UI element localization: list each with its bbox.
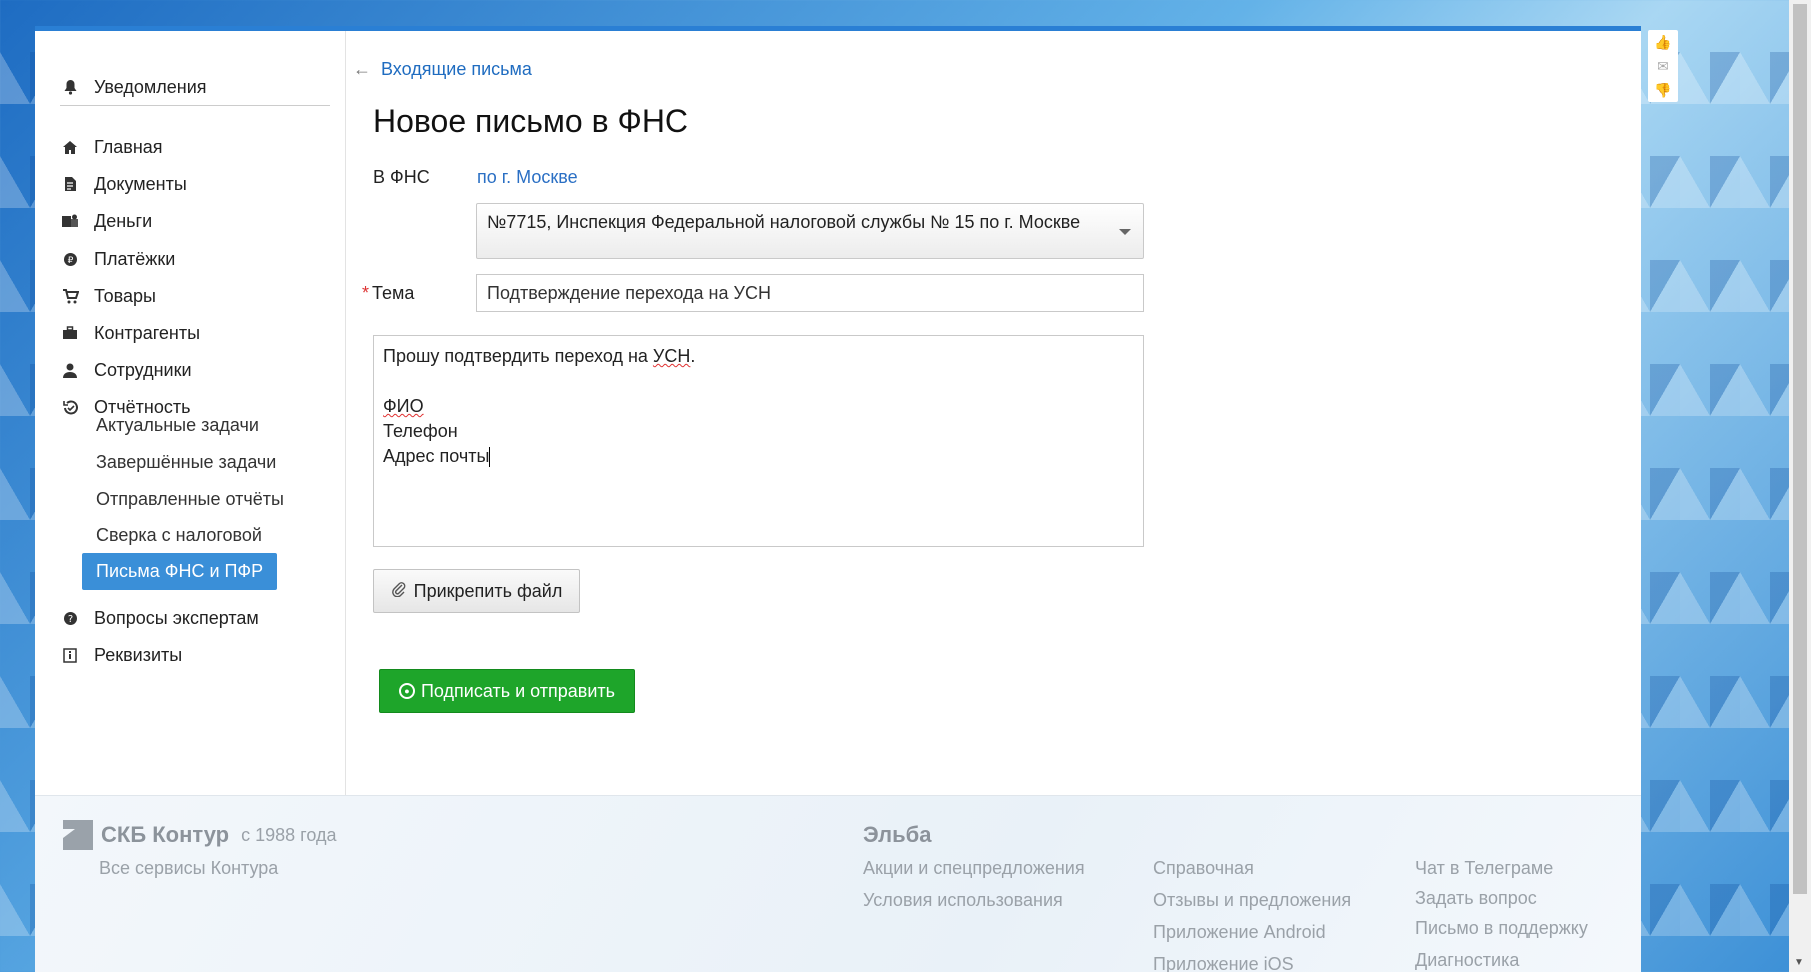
sidebar-item-goods[interactable]: Товары [60,278,156,314]
subject-label: * Тема [362,283,415,303]
sign-and-send-button[interactable]: ● Подписать и отправить [379,669,635,713]
footer-link-support-letter[interactable]: Письмо в поддержку [1415,918,1588,939]
message-body-textarea[interactable]: Прошу подтвердить переход на УСН. ФИО Те… [373,335,1144,547]
home-icon [60,137,80,157]
subject-input[interactable]: Подтверждение перехода на УСН [476,274,1144,312]
footer-link-feedback[interactable]: Отзывы и предложения [1153,890,1351,911]
bell-icon [60,77,80,97]
feedback-widget: 👍 ✉ 👎 [1648,30,1678,102]
attach-file-button[interactable]: Прикрепить файл [373,569,580,613]
required-marker: * [362,283,370,303]
sidebar-item-label: Деньги [94,210,153,231]
sidebar-subitem-tax-reconciliation[interactable]: Сверка с налоговой [96,525,262,546]
sidebar-item-documents[interactable]: Документы [60,166,187,202]
back-link-label: Входящие письма [381,59,532,79]
recipient-label: В ФНС [373,167,430,187]
footer-link-android-app[interactable]: Приложение Android [1153,922,1326,943]
footer-link-help[interactable]: Справочная [1153,858,1254,879]
sidebar-item-payments[interactable]: ₽ Платёжки [60,241,175,277]
sidebar-item-label: Реквизиты [94,644,183,665]
sidebar-item-money[interactable]: Деньги [60,203,152,239]
inspection-select[interactable]: №7715, Инспекция Федеральной налоговой с… [476,203,1144,259]
signature-seal-icon: ● [398,683,415,699]
sidebar-subitem-current-tasks[interactable]: Актуальные задачи [96,415,259,436]
sidebar-subitem-sent-reports[interactable]: Отправленные отчёты [96,489,284,510]
footer-link-ios-app[interactable]: Приложение iOS [1153,954,1294,972]
sidebar-item-home[interactable]: Главная [60,129,163,165]
payment-icon: ₽ [60,249,80,269]
footer-link-telegram-chat[interactable]: Чат в Телеграме [1415,858,1553,879]
body-line: Адрес почты [383,446,491,468]
chevron-down-icon [1119,229,1131,235]
sidebar-divider [60,105,330,106]
body-line: Прошу подтвердить переход на УСН. [383,346,696,366]
report-icon [60,397,80,417]
sidebar-item-label: Главная [94,136,163,157]
app-window: Уведомления Главная Документы Деньги ₽ П… [35,26,1641,972]
sidebar-item-notifications[interactable]: Уведомления [60,69,207,105]
page-title: Новое письмо в ФНС [373,103,689,139]
main-content: ← Входящие письма Новое письмо в ФНС В Ф… [347,31,1641,795]
svg-text:₽: ₽ [67,256,73,266]
question-icon: ? [60,608,80,628]
back-to-inbox-link[interactable]: ← Входящие письма [353,59,532,80]
page-scrollbar[interactable]: ▼ [1789,0,1811,972]
body-line-empty [383,369,1134,394]
sidebar-item-label: Вопросы экспертам [94,607,259,628]
footer-link-ask-question[interactable]: Задать вопрос [1415,888,1537,909]
arrow-left-icon: ← [353,59,371,79]
footer-product-heading: Эльба [863,822,932,847]
inspection-select-value: №7715, Инспекция Федеральной налоговой с… [487,212,1081,232]
scroll-down-arrow-icon[interactable]: ▼ [1794,957,1804,968]
sidebar-item-label: Товары [94,285,156,306]
sidebar-item-label: Уведомления [94,76,207,97]
sidebar-item-label: Платёжки [94,248,176,269]
sidebar-item-counterparties[interactable]: Контрагенты [60,315,200,351]
sidebar-item-label: Контрагенты [94,322,201,343]
sidebar-item-label: Сотрудники [94,359,192,380]
person-icon [60,360,80,380]
thumbs-up-icon[interactable]: 👍 [1654,34,1671,51]
body-line: Телефон [383,421,458,441]
thumbs-down-icon[interactable]: 👎 [1654,82,1671,99]
briefcase-icon [60,323,80,343]
sidebar-item-label: Документы [94,173,187,194]
recipient-region-link[interactable]: по г. Москве [477,167,578,188]
footer-link-diagnostics[interactable]: Диагностика [1415,950,1519,971]
cart-icon [60,286,80,306]
info-icon [60,645,80,665]
footer: СКБ Контур с 1988 года Все сервисы Конту… [35,795,1641,972]
sidebar-item-employees[interactable]: Сотрудники [60,352,192,388]
footer-logo[interactable]: СКБ Контур с 1988 года [63,820,336,850]
footer-all-services-link[interactable]: Все сервисы Контура [99,858,278,879]
footer-since: с 1988 года [241,824,337,845]
sidebar-item-requisites[interactable]: Реквизиты [60,637,182,673]
kontur-logo-icon [63,820,93,850]
mail-icon[interactable]: ✉ [1657,58,1669,75]
footer-link-promotions[interactable]: Акции и спецпредложения [863,858,1085,879]
sidebar-subitem-fns-pfr-letters[interactable]: Письма ФНС и ПФР [82,553,278,590]
sign-and-send-label: Подписать и отправить [420,680,616,701]
attach-file-label: Прикрепить файл [413,580,563,601]
text-cursor [489,447,491,468]
sidebar-item-expert-questions[interactable]: ? Вопросы экспертам [60,600,259,636]
body-line: ФИО [383,396,424,416]
money-icon [60,211,80,231]
sidebar: Уведомления Главная Документы Деньги ₽ П… [35,31,346,795]
document-icon [60,174,80,194]
sidebar-subitem-completed-tasks[interactable]: Завершённые задачи [96,452,276,473]
paperclip-icon [391,581,407,602]
scrollbar-thumb[interactable] [1793,4,1807,894]
footer-brand: СКБ Контур [101,822,230,847]
footer-link-terms[interactable]: Условия использования [863,890,1063,911]
svg-text:?: ? [67,614,72,625]
